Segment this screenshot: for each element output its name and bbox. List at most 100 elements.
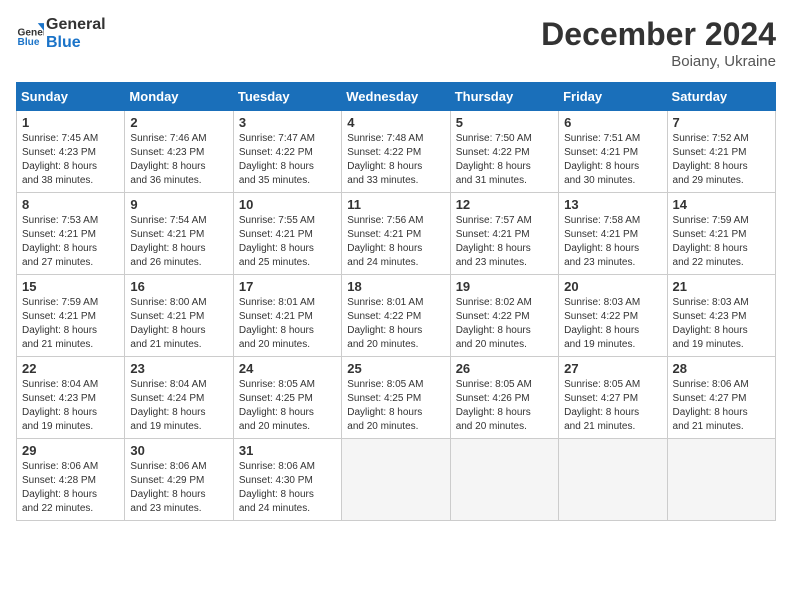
day-info: Sunrise: 7:55 AMSunset: 4:21 PMDaylight:… bbox=[239, 214, 336, 270]
day-info: Sunrise: 7:54 AMSunset: 4:21 PMDaylight:… bbox=[130, 214, 227, 270]
calendar-cell: 10 Sunrise: 7:55 AMSunset: 4:21 PMDayligh… bbox=[233, 193, 341, 275]
day-info: Sunrise: 8:06 AMSunset: 4:29 PMDaylight:… bbox=[130, 460, 227, 516]
calendar-cell: 28 Sunrise: 8:06 AMSunset: 4:27 PMDayligh… bbox=[667, 357, 775, 439]
day-info: Sunrise: 7:46 AMSunset: 4:23 PMDaylight:… bbox=[130, 132, 227, 188]
day-number: 19 bbox=[456, 279, 553, 294]
logo-blue: Blue bbox=[46, 34, 106, 52]
day-info: Sunrise: 7:51 AMSunset: 4:21 PMDaylight:… bbox=[564, 132, 661, 188]
day-info: Sunrise: 8:04 AMSunset: 4:23 PMDaylight:… bbox=[22, 378, 119, 434]
calendar-cell: 3Sunrise: 7:47 AMSunset: 4:22 PMDaylight… bbox=[233, 111, 341, 193]
day-info: Sunrise: 7:58 AMSunset: 4:21 PMDaylight:… bbox=[564, 214, 661, 270]
day-number: 1 bbox=[22, 115, 119, 130]
day-info: Sunrise: 8:06 AMSunset: 4:27 PMDaylight:… bbox=[673, 378, 770, 434]
calendar-cell: 23Sunrise: 8:04 AMSunset: 4:24 PMDayligh… bbox=[125, 357, 233, 439]
calendar-cell: 14 Sunrise: 7:59 AMSunset: 4:21 PMDayligh… bbox=[667, 193, 775, 275]
day-number: 28 bbox=[673, 361, 770, 376]
day-number: 18 bbox=[347, 279, 444, 294]
calendar-cell bbox=[667, 439, 775, 521]
day-number: 31 bbox=[239, 443, 336, 458]
col-monday: Monday bbox=[125, 83, 233, 111]
calendar-cell: 15 Sunrise: 7:59 AMSunset: 4:21 PMDayligh… bbox=[17, 275, 125, 357]
logo: General Blue General Blue bbox=[16, 16, 106, 51]
calendar-cell: 6 Sunrise: 7:51 AMSunset: 4:21 PMDaylight… bbox=[559, 111, 667, 193]
day-info: Sunrise: 7:47 AMSunset: 4:22 PMDaylight:… bbox=[239, 132, 336, 188]
col-friday: Friday bbox=[559, 83, 667, 111]
day-number: 7 bbox=[673, 115, 770, 130]
page-header: General Blue General Blue December 2024 … bbox=[16, 16, 776, 70]
header-row: Sunday Monday Tuesday Wednesday Thursday… bbox=[17, 83, 776, 111]
day-info: Sunrise: 7:57 AMSunset: 4:21 PMDaylight:… bbox=[456, 214, 553, 270]
calendar-row: 22Sunrise: 8:04 AMSunset: 4:23 PMDayligh… bbox=[17, 357, 776, 439]
day-info: Sunrise: 8:00 AMSunset: 4:21 PMDaylight:… bbox=[130, 296, 227, 352]
calendar-cell: 7 Sunrise: 7:52 AMSunset: 4:21 PMDaylight… bbox=[667, 111, 775, 193]
day-number: 11 bbox=[347, 197, 444, 212]
day-info: Sunrise: 7:52 AMSunset: 4:21 PMDaylight:… bbox=[673, 132, 770, 188]
day-number: 14 bbox=[673, 197, 770, 212]
day-info: Sunrise: 8:05 AMSunset: 4:25 PMDaylight:… bbox=[347, 378, 444, 434]
day-number: 2 bbox=[130, 115, 227, 130]
day-info: Sunrise: 8:05 AMSunset: 4:27 PMDaylight:… bbox=[564, 378, 661, 434]
day-number: 24 bbox=[239, 361, 336, 376]
calendar-cell: 8 Sunrise: 7:53 AMSunset: 4:21 PMDaylight… bbox=[17, 193, 125, 275]
calendar-row: 29 Sunrise: 8:06 AMSunset: 4:28 PMDayligh… bbox=[17, 439, 776, 521]
day-number: 29 bbox=[22, 443, 119, 458]
day-number: 20 bbox=[564, 279, 661, 294]
calendar-cell bbox=[450, 439, 558, 521]
calendar-cell: 29 Sunrise: 8:06 AMSunset: 4:28 PMDayligh… bbox=[17, 439, 125, 521]
calendar-row: 15 Sunrise: 7:59 AMSunset: 4:21 PMDayligh… bbox=[17, 275, 776, 357]
calendar-cell: 26 Sunrise: 8:05 AMSunset: 4:26 PMDayligh… bbox=[450, 357, 558, 439]
calendar-cell bbox=[559, 439, 667, 521]
day-number: 26 bbox=[456, 361, 553, 376]
day-number: 27 bbox=[564, 361, 661, 376]
calendar-row: 1 Sunrise: 7:45 AMSunset: 4:23 PMDaylight… bbox=[17, 111, 776, 193]
col-sunday: Sunday bbox=[17, 83, 125, 111]
day-number: 9 bbox=[130, 197, 227, 212]
svg-text:Blue: Blue bbox=[18, 36, 40, 47]
logo-icon: General Blue bbox=[16, 20, 44, 48]
calendar-cell: 27 Sunrise: 8:05 AMSunset: 4:27 PMDayligh… bbox=[559, 357, 667, 439]
day-info: Sunrise: 7:48 AMSunset: 4:22 PMDaylight:… bbox=[347, 132, 444, 188]
day-number: 10 bbox=[239, 197, 336, 212]
day-info: Sunrise: 7:56 AMSunset: 4:21 PMDaylight:… bbox=[347, 214, 444, 270]
day-number: 6 bbox=[564, 115, 661, 130]
calendar-cell: 2 Sunrise: 7:46 AMSunset: 4:23 PMDaylight… bbox=[125, 111, 233, 193]
day-info: Sunrise: 8:05 AMSunset: 4:25 PMDaylight:… bbox=[239, 378, 336, 434]
col-tuesday: Tuesday bbox=[233, 83, 341, 111]
day-info: Sunrise: 8:04 AMSunset: 4:24 PMDaylight:… bbox=[130, 378, 227, 434]
calendar-cell: 12 Sunrise: 7:57 AMSunset: 4:21 PMDayligh… bbox=[450, 193, 558, 275]
calendar-cell: 5Sunrise: 7:50 AMSunset: 4:22 PMDaylight… bbox=[450, 111, 558, 193]
day-info: Sunrise: 7:50 AMSunset: 4:22 PMDaylight:… bbox=[456, 132, 553, 188]
month-title: December 2024 bbox=[541, 16, 776, 53]
calendar-cell: 16 Sunrise: 8:00 AMSunset: 4:21 PMDayligh… bbox=[125, 275, 233, 357]
day-info: Sunrise: 8:06 AMSunset: 4:28 PMDaylight:… bbox=[22, 460, 119, 516]
day-number: 12 bbox=[456, 197, 553, 212]
calendar-cell: 24 Sunrise: 8:05 AMSunset: 4:25 PMDayligh… bbox=[233, 357, 341, 439]
day-number: 4 bbox=[347, 115, 444, 130]
day-info: Sunrise: 7:59 AMSunset: 4:21 PMDaylight:… bbox=[22, 296, 119, 352]
calendar-cell: 11 Sunrise: 7:56 AMSunset: 4:21 PMDayligh… bbox=[342, 193, 450, 275]
day-info: Sunrise: 7:59 AMSunset: 4:21 PMDaylight:… bbox=[673, 214, 770, 270]
day-info: Sunrise: 8:01 AMSunset: 4:21 PMDaylight:… bbox=[239, 296, 336, 352]
calendar-body: 1 Sunrise: 7:45 AMSunset: 4:23 PMDaylight… bbox=[17, 111, 776, 521]
day-info: Sunrise: 7:45 AMSunset: 4:23 PMDaylight:… bbox=[22, 132, 119, 188]
day-number: 30 bbox=[130, 443, 227, 458]
col-thursday: Thursday bbox=[450, 83, 558, 111]
day-number: 25 bbox=[347, 361, 444, 376]
day-number: 16 bbox=[130, 279, 227, 294]
calendar-cell: 22Sunrise: 8:04 AMSunset: 4:23 PMDayligh… bbox=[17, 357, 125, 439]
day-info: Sunrise: 8:01 AMSunset: 4:22 PMDaylight:… bbox=[347, 296, 444, 352]
calendar-cell: 13Sunrise: 7:58 AMSunset: 4:21 PMDayligh… bbox=[559, 193, 667, 275]
day-info: Sunrise: 8:03 AMSunset: 4:22 PMDaylight:… bbox=[564, 296, 661, 352]
day-info: Sunrise: 7:53 AMSunset: 4:21 PMDaylight:… bbox=[22, 214, 119, 270]
day-number: 8 bbox=[22, 197, 119, 212]
day-info: Sunrise: 8:05 AMSunset: 4:26 PMDaylight:… bbox=[456, 378, 553, 434]
calendar-cell: 21Sunrise: 8:03 AMSunset: 4:23 PMDayligh… bbox=[667, 275, 775, 357]
calendar-cell: 4 Sunrise: 7:48 AMSunset: 4:22 PMDaylight… bbox=[342, 111, 450, 193]
day-number: 15 bbox=[22, 279, 119, 294]
calendar-cell: 20 Sunrise: 8:03 AMSunset: 4:22 PMDayligh… bbox=[559, 275, 667, 357]
day-number: 21 bbox=[673, 279, 770, 294]
calendar-cell: 25 Sunrise: 8:05 AMSunset: 4:25 PMDayligh… bbox=[342, 357, 450, 439]
location: Boiany, Ukraine bbox=[541, 53, 776, 70]
day-info: Sunrise: 8:02 AMSunset: 4:22 PMDaylight:… bbox=[456, 296, 553, 352]
calendar-cell: 9 Sunrise: 7:54 AMSunset: 4:21 PMDaylight… bbox=[125, 193, 233, 275]
